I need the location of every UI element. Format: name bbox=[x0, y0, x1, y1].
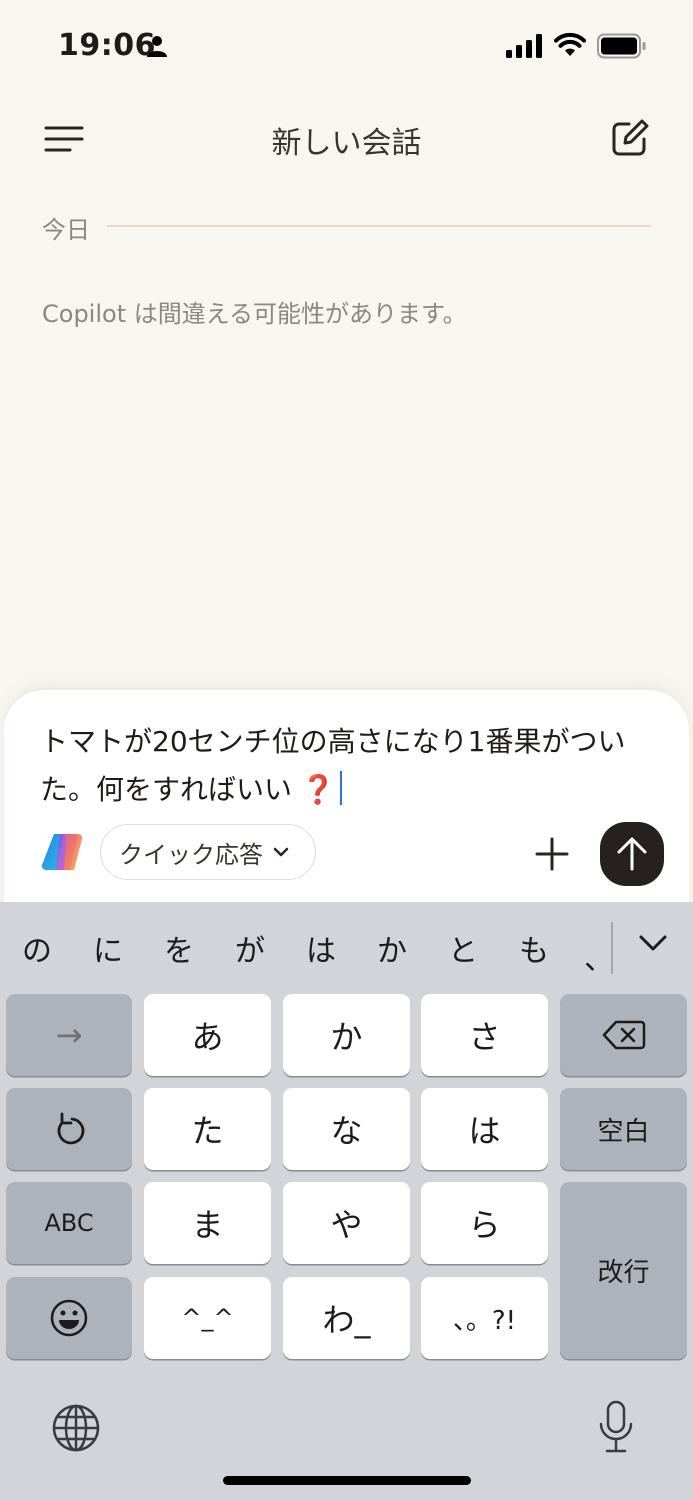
suggestion-item[interactable]: は bbox=[301, 926, 341, 970]
punctuation-key[interactable]: 、。?! bbox=[421, 1277, 548, 1359]
status-time: 19:06 bbox=[58, 28, 156, 63]
page-title: 新しい会話 bbox=[271, 126, 422, 161]
undo-key[interactable] bbox=[6, 1088, 132, 1170]
suggestion-item[interactable]: 、 bbox=[584, 934, 614, 978]
microphone-icon[interactable] bbox=[598, 1400, 634, 1456]
globe-icon[interactable] bbox=[50, 1402, 102, 1454]
status-bar: 19:06 bbox=[0, 0, 693, 90]
text-caret bbox=[339, 771, 342, 805]
suggestion-item[interactable]: が bbox=[230, 926, 270, 970]
key-sa[interactable]: さ bbox=[421, 994, 548, 1076]
space-key[interactable]: 空白 bbox=[560, 1088, 687, 1170]
chevron-down-icon[interactable] bbox=[638, 932, 668, 954]
backspace-key[interactable] bbox=[560, 994, 687, 1076]
quick-reply-label: クイック応答 bbox=[119, 840, 263, 869]
composer: トマトが20センチ位の高さになり1番果がついた。何をすればいい ❓ クイック応答 bbox=[4, 690, 689, 930]
kaomoji-key[interactable]: ^_^ bbox=[144, 1277, 271, 1359]
key-ya[interactable]: や bbox=[283, 1182, 410, 1264]
emoji-key[interactable] bbox=[6, 1277, 132, 1359]
suggestion-item[interactable]: と bbox=[443, 926, 483, 970]
backspace-icon bbox=[602, 1020, 645, 1050]
copilot-logo-icon bbox=[41, 833, 83, 871]
emoji-icon bbox=[50, 1299, 88, 1337]
abc-key[interactable]: ABC bbox=[6, 1182, 132, 1264]
chevron-down-icon bbox=[273, 847, 289, 857]
return-key[interactable]: 改行 bbox=[560, 1182, 687, 1359]
home-indicator bbox=[223, 1476, 471, 1485]
keyboard: の に を が は か と も 、 → あ か さ た な は 空白 ABC ま… bbox=[0, 902, 693, 1500]
new-chat-icon[interactable] bbox=[610, 118, 650, 158]
quick-reply-dropdown[interactable]: クイック応答 bbox=[100, 824, 316, 880]
battery-icon bbox=[597, 33, 646, 59]
key-a[interactable]: あ bbox=[144, 994, 271, 1076]
plus-icon[interactable] bbox=[534, 836, 570, 872]
suggestion-item[interactable]: も bbox=[514, 926, 554, 970]
key-na[interactable]: な bbox=[283, 1088, 410, 1170]
wifi-icon bbox=[554, 32, 586, 56]
arrow-up-icon bbox=[617, 837, 647, 871]
undo-icon bbox=[57, 1112, 85, 1145]
arrow-key[interactable]: → bbox=[6, 994, 132, 1076]
key-ka[interactable]: か bbox=[283, 994, 410, 1076]
suggestion-item[interactable]: を bbox=[159, 926, 199, 970]
suggestion-item[interactable]: の bbox=[17, 926, 57, 970]
cellular-signal-icon bbox=[506, 34, 542, 58]
suggestion-bar: の に を が は か と も 、 bbox=[0, 902, 693, 994]
suggestion-separator bbox=[611, 922, 613, 974]
key-wa[interactable]: わ_ bbox=[283, 1277, 410, 1359]
key-ma[interactable]: ま bbox=[144, 1182, 271, 1264]
question-emoji: ❓ bbox=[300, 773, 336, 806]
key-ta[interactable]: た bbox=[144, 1088, 271, 1170]
disclaimer-text: Copilot は間違える可能性があります。 bbox=[42, 300, 467, 328]
key-ha[interactable]: は bbox=[421, 1088, 548, 1170]
message-input[interactable]: トマトが20センチ位の高さになり1番果がついた。何をすればいい ❓ bbox=[40, 718, 670, 814]
day-label: 今日 bbox=[42, 216, 90, 244]
person-icon bbox=[147, 36, 167, 57]
day-divider bbox=[107, 225, 651, 227]
suggestion-item[interactable]: に bbox=[88, 926, 128, 970]
suggestion-item[interactable]: か bbox=[372, 926, 412, 970]
send-button[interactable] bbox=[600, 822, 664, 886]
key-ra[interactable]: ら bbox=[421, 1182, 548, 1264]
